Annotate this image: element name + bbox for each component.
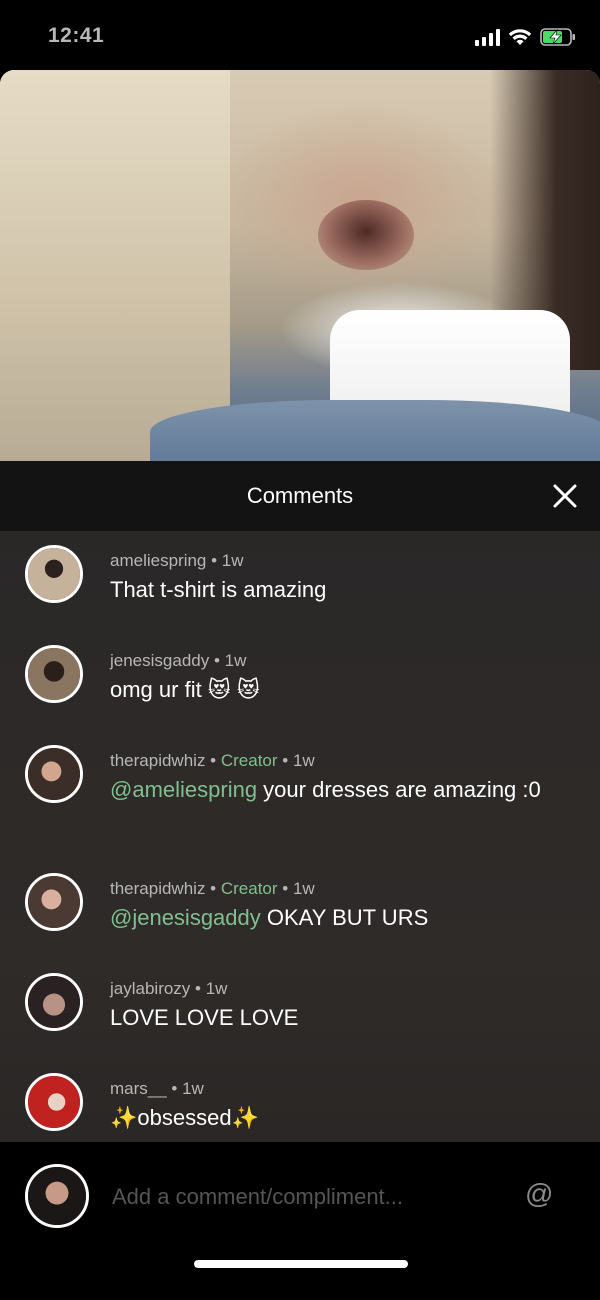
- status-icons: [475, 24, 576, 50]
- creator-badge: Creator: [220, 751, 278, 770]
- avatar[interactable]: [25, 745, 83, 803]
- comment-input[interactable]: [110, 1176, 514, 1218]
- comment-text: That t-shirt is amazing: [110, 577, 327, 602]
- status-bar: 12:41: [0, 0, 600, 70]
- comment-meta: ameliespring • 1w: [110, 551, 244, 570]
- avatar[interactable]: [25, 873, 83, 931]
- comment-text: @ameliespring your dresses are amazing :…: [110, 777, 541, 802]
- comment-meta: jenesisgaddy • 1w: [110, 651, 247, 670]
- comment-text: omg ur fit 😻 😻: [110, 677, 260, 702]
- avatar[interactable]: [25, 1073, 83, 1131]
- comment-time: 1w: [182, 1079, 204, 1098]
- comment-meta: jaylabirozy • 1w: [110, 979, 228, 998]
- comment-username[interactable]: therapidwhiz: [110, 751, 205, 770]
- comment-text: ✨obsessed✨: [110, 1105, 259, 1130]
- comment-time: 1w: [205, 979, 228, 998]
- my-avatar[interactable]: [25, 1164, 89, 1228]
- comment-username[interactable]: mars__: [110, 1079, 167, 1098]
- comment-meta: therapidwhiz • Creator • 1w: [110, 751, 315, 770]
- comment-username[interactable]: therapidwhiz: [110, 879, 205, 898]
- comment-text: LOVE LOVE LOVE: [110, 1005, 299, 1030]
- comments-title: Comments: [246, 483, 354, 508]
- comment-input-bar: @: [0, 1142, 600, 1300]
- comment-text: @jenesisgaddy OKAY BUT URS: [110, 905, 429, 930]
- home-indicator[interactable]: [194, 1260, 408, 1268]
- avatar[interactable]: [25, 973, 83, 1031]
- comment-meta: mars__ • 1w: [110, 1079, 204, 1098]
- comments-sheet: Comments ameliespring • 1w That t-shirt …: [0, 461, 600, 1300]
- avatar[interactable]: [25, 545, 83, 603]
- creator-badge: Creator: [220, 879, 278, 898]
- comments-header: Comments: [0, 461, 600, 531]
- comment-mention[interactable]: @jenesisgaddy: [110, 905, 261, 930]
- comment-time: 1w: [292, 879, 315, 898]
- avatar[interactable]: [25, 645, 83, 703]
- comment-username[interactable]: jenesisgaddy: [110, 651, 209, 670]
- cellular-signal-icon: [475, 28, 500, 46]
- comment-mention[interactable]: @ameliespring: [110, 777, 257, 802]
- status-time: 12:41: [48, 24, 105, 47]
- live-video-preview[interactable]: [0, 70, 600, 462]
- comment-time: 1w: [292, 751, 315, 770]
- comment-time: 1w: [221, 551, 244, 570]
- comment-time: 1w: [224, 651, 247, 670]
- close-icon[interactable]: [550, 481, 580, 511]
- battery-charging-icon: [540, 27, 576, 47]
- comment-list[interactable]: ameliespring • 1w That t-shirt is amazin…: [0, 531, 600, 1143]
- comment-username[interactable]: jaylabirozy: [110, 979, 190, 998]
- mention-at-icon[interactable]: @: [525, 1178, 553, 1210]
- comment-username[interactable]: ameliespring: [110, 551, 206, 570]
- wifi-icon: [508, 28, 532, 46]
- comment-meta: therapidwhiz • Creator • 1w: [110, 879, 315, 898]
